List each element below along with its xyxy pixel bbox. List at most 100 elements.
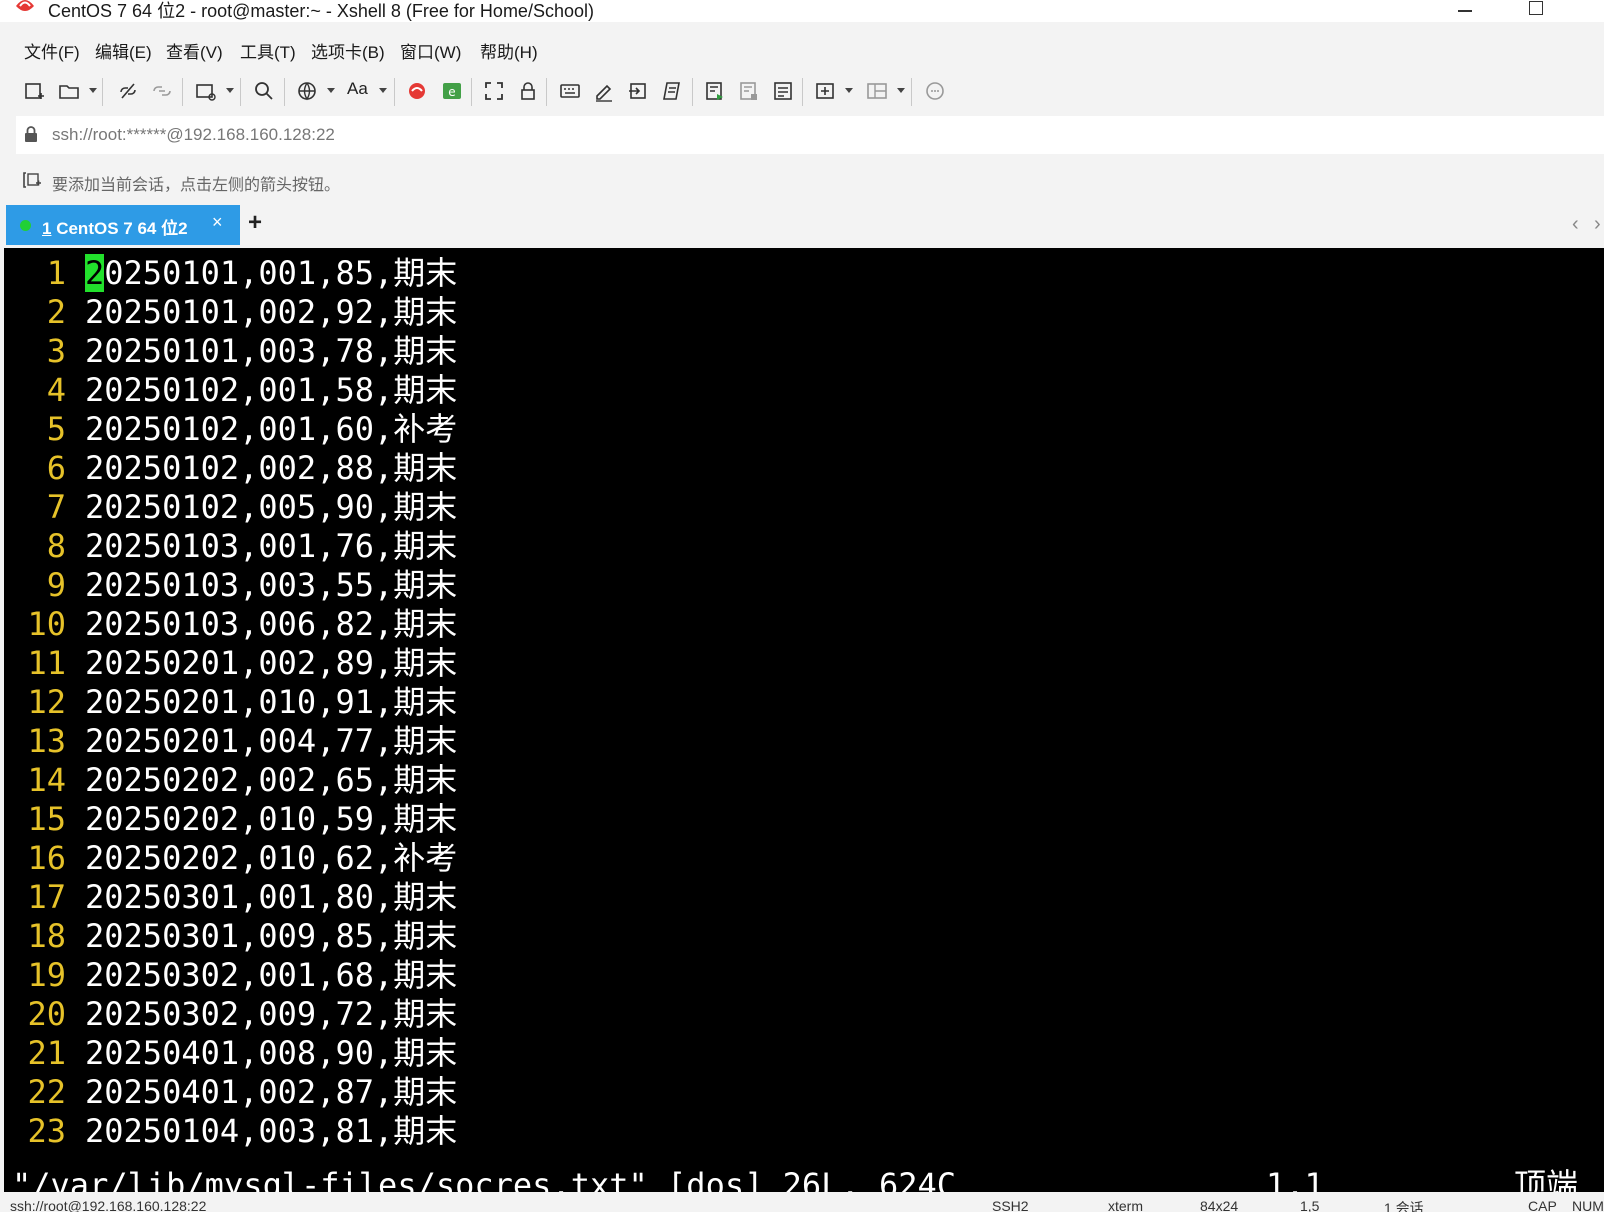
line-content: 20250202,010,62,补考 (85, 839, 458, 877)
add-tab-button[interactable]: + (248, 209, 262, 237)
tab-scroll-left-icon[interactable]: ‹ (1572, 213, 1579, 236)
line-content: 20250101,003,78,期末 (85, 332, 458, 370)
line-content: 20250202,010,59,期末 (85, 800, 458, 838)
globe-icon[interactable] (293, 78, 321, 104)
line-content: 20250103,006,82,期末 (85, 605, 458, 643)
line-content: 20250301,001,80,期末 (85, 878, 458, 916)
layout-dropdown-icon[interactable] (897, 88, 905, 93)
line-content: 20250101,002,92,期末 (85, 293, 458, 331)
new-tab-group-icon[interactable] (811, 78, 839, 104)
line-number: 5 (46, 410, 66, 448)
toolbar-divider (471, 78, 472, 106)
terminal-line: 9 20250103,003,55,期末 (4, 566, 458, 605)
tab-title: CentOS 7 64 位2 (56, 219, 188, 238)
terminal-line: 17 20250301,001,80,期末 (4, 878, 457, 917)
line-content: 20250102,005,90,期末 (85, 488, 458, 526)
disconnect-icon[interactable] (114, 78, 142, 104)
font-icon[interactable]: Aa (347, 79, 368, 99)
terminal-line: 6 20250102,002,88,期末 (4, 449, 458, 488)
font-dropdown-icon[interactable] (379, 88, 387, 93)
line-number: 3 (46, 332, 66, 370)
line-content-rest: 0250101,001,85,期末 (104, 254, 458, 292)
xftp-icon[interactable]: e (438, 78, 466, 104)
status-bar: ssh://root@192.168.160.128:22 SSH2 xterm… (0, 1196, 1604, 1212)
chat-icon[interactable] (921, 78, 949, 104)
tab-centos-7-64-2[interactable]: 1 CentOS 7 64 位2 × (6, 205, 240, 245)
terminal-line: 5 20250102,001,60,补考 (4, 410, 458, 449)
terminal-line: 3 20250101,003,78,期末 (4, 332, 458, 371)
start-log-icon[interactable] (701, 78, 729, 104)
keyboard-icon[interactable] (556, 78, 584, 104)
menu-file[interactable]: 文件(F) (24, 38, 80, 63)
new-window-icon[interactable] (192, 78, 220, 104)
script-icon[interactable] (658, 78, 686, 104)
line-content: 20250302,001,68,期末 (85, 956, 458, 994)
menu-edit[interactable]: 编辑(E) (95, 38, 152, 63)
address-lock-icon (25, 126, 37, 142)
line-content: 20250102,001,60,补考 (85, 410, 458, 448)
open-folder-icon[interactable] (55, 78, 83, 104)
line-number: 9 (46, 566, 66, 604)
new-session-icon[interactable] (20, 78, 48, 104)
line-number: 2 (46, 293, 66, 331)
line-content: 20250102,001,58,期末 (85, 371, 458, 409)
menu-help[interactable]: 帮助(H) (480, 38, 538, 63)
search-icon[interactable] (250, 78, 278, 104)
line-number: 18 (27, 917, 66, 955)
highlight-pen-icon[interactable] (590, 78, 618, 104)
tab-close-icon[interactable]: × (212, 212, 223, 233)
tab-scroll-right-icon[interactable]: › (1594, 213, 1601, 236)
terminal-line: 22 20250401,002,87,期末 (4, 1073, 457, 1112)
toolbar-divider (802, 78, 803, 106)
terminal-lines: 1 20250101,001,85,期末 2 20250101,002,92,期末 3 2… (4, 254, 458, 1151)
session-hint-bar: 要添加当前会话，点击左侧的箭头按钮。 (0, 165, 1604, 197)
line-content: 20250102,002,88,期末 (85, 449, 458, 487)
menu-window[interactable]: 窗口(W) (400, 38, 461, 63)
transcript-icon[interactable] (769, 78, 797, 104)
lock-icon[interactable] (514, 78, 542, 104)
toolbar-divider (546, 78, 547, 106)
line-number: 11 (27, 644, 66, 682)
terminal-line: 11 20250201,002,89,期末 (4, 644, 457, 683)
menu-tools[interactable]: 工具(T) (240, 38, 296, 63)
send-to-icon[interactable] (624, 78, 652, 104)
line-number: 16 (27, 839, 66, 877)
line-number: 23 (27, 1112, 66, 1150)
line-content: 20250101,001,85,期末 (85, 254, 457, 293)
terminal-line: 8 20250103,001,76,期末 (4, 527, 458, 566)
layout-icon[interactable] (863, 78, 891, 104)
status-sessions: 1 会话 (1384, 1200, 1424, 1212)
terminal-line: 7 20250102,005,90,期末 (4, 488, 458, 527)
stop-log-icon[interactable] (735, 78, 763, 104)
line-number: 14 (27, 761, 66, 799)
xshell-icon[interactable] (403, 78, 431, 104)
globe-dropdown-icon[interactable] (327, 88, 335, 93)
address-input[interactable]: ssh://root:******@192.168.160.128:22 (52, 125, 335, 145)
terminal-line: 2 20250101,002,92,期末 (4, 293, 458, 332)
title-bar: CentOS 7 64 位2 - root@master:~ - Xshell … (0, 0, 1604, 22)
add-session-icon[interactable] (22, 170, 42, 190)
status-size: 84x24 (1200, 1198, 1239, 1212)
status-caps: CAP (1528, 1198, 1557, 1212)
line-number: 17 (27, 878, 66, 916)
new-tab-group-dropdown-icon[interactable] (845, 88, 853, 93)
minimize-button[interactable] (1458, 10, 1472, 12)
terminal-view[interactable]: 1 20250101,001,85,期末 2 20250101,002,92,期末 3 2… (4, 248, 1604, 1192)
maximize-button[interactable] (1529, 1, 1543, 15)
address-bar[interactable]: ssh://root:******@192.168.160.128:22 (16, 116, 1604, 154)
status-protocol: SSH2 (992, 1198, 1029, 1212)
menu-view[interactable]: 查看(V) (166, 38, 223, 63)
new-window-dropdown-icon[interactable] (226, 88, 234, 93)
toolbar-divider (394, 78, 395, 106)
vim-scroll-position: 顶端 (1514, 1166, 1579, 1192)
line-number: 22 (27, 1073, 66, 1111)
line-number: 7 (46, 488, 66, 526)
menu-tabs[interactable]: 选项卡(B) (311, 38, 385, 63)
line-number: 13 (27, 722, 66, 760)
reconnect-icon[interactable] (148, 78, 176, 104)
session-hint-text: 要添加当前会话，点击左侧的箭头按钮。 (52, 177, 341, 194)
toolbar-divider (692, 78, 693, 106)
line-number: 8 (46, 527, 66, 565)
fullscreen-icon[interactable] (480, 78, 508, 104)
open-folder-dropdown-icon[interactable] (89, 88, 97, 93)
